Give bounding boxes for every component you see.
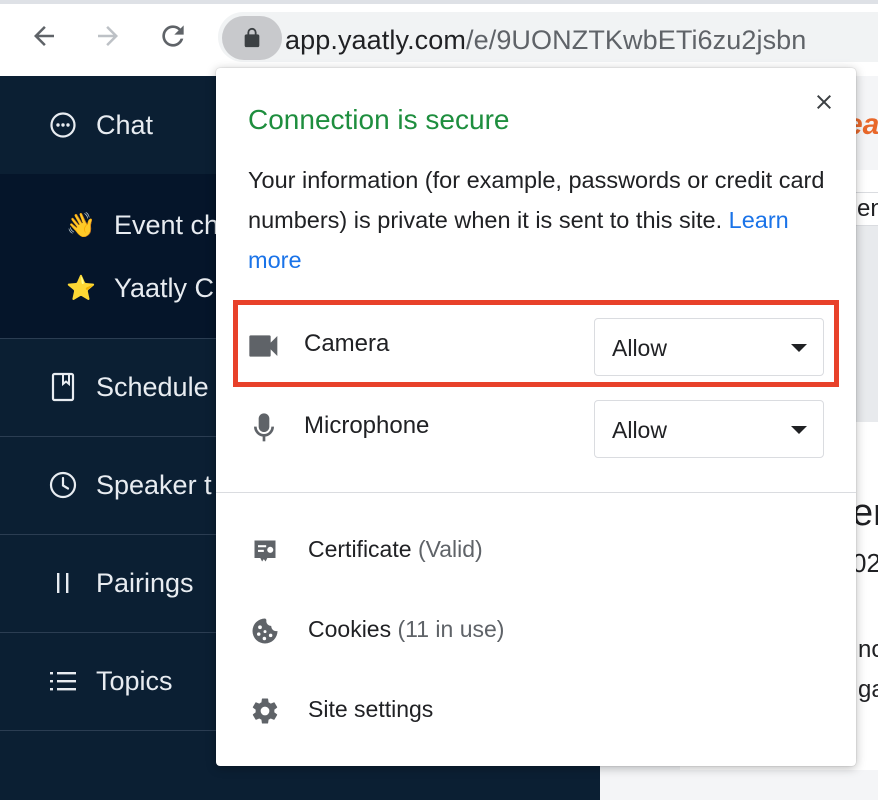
pause-bars-icon — [48, 570, 78, 596]
sidebar-item-label: Pairings — [96, 567, 194, 598]
camera-highlight-annotation — [233, 300, 839, 387]
caret-down-icon — [791, 426, 807, 434]
certificate-icon — [248, 534, 282, 568]
sidebar-item-pairings[interactable]: Pairings — [48, 563, 194, 603]
cookies-link[interactable]: Cookies (11 in use) — [216, 602, 856, 658]
url-host: app.yaatly.com — [285, 25, 466, 55]
back-button[interactable] — [26, 18, 62, 54]
permission-row-microphone: Microphone Allow — [216, 392, 856, 464]
gear-icon — [248, 694, 282, 728]
star-icon: ⭐ — [66, 274, 96, 302]
sidebar-item-topics[interactable]: Topics — [48, 661, 173, 701]
site-info-popup: Connection is secure Your information (f… — [216, 68, 856, 766]
sidebar-item-label: Topics — [96, 665, 173, 696]
waving-hand-icon: 👋 — [66, 211, 96, 239]
connection-description: Your information (for example, passwords… — [248, 160, 828, 280]
cookies-count: (11 in use) — [397, 616, 505, 642]
connection-status-title: Connection is secure — [248, 104, 510, 135]
arrow-right-icon — [98, 26, 118, 46]
microphone-permission-select[interactable]: Allow — [594, 400, 824, 458]
cookies-label: Cookies (11 in use) — [308, 616, 504, 643]
link-label: Certificate — [308, 536, 412, 562]
reload-button[interactable] — [155, 18, 191, 54]
chat-bubble-icon — [48, 111, 78, 139]
site-info-button[interactable] — [222, 16, 282, 60]
link-label: Cookies — [308, 616, 392, 642]
channel-item-event[interactable]: 👋 Event ch — [66, 205, 219, 245]
event-text-line: ga — [858, 676, 878, 703]
sidebar-item-speaker[interactable]: Speaker t — [48, 465, 212, 505]
sidebar-item-label: Schedule — [96, 371, 209, 402]
sidebar-item-label: Chat — [96, 109, 154, 140]
book-icon — [48, 372, 78, 402]
reload-icon — [162, 25, 184, 47]
certificate-link[interactable]: Certificate (Valid) — [216, 522, 856, 578]
sidebar-item-schedule[interactable]: Schedule — [48, 367, 209, 407]
microphone-icon — [246, 412, 282, 444]
list-icon — [48, 669, 78, 693]
site-settings-link[interactable]: Site settings — [216, 682, 856, 738]
popup-divider — [216, 492, 856, 493]
certificate-label: Certificate (Valid) — [308, 536, 483, 563]
permission-label: Microphone — [304, 412, 430, 439]
channel-item-yaatly[interactable]: ⭐ Yaatly C — [66, 268, 214, 308]
channel-label: Event ch — [114, 209, 220, 240]
sidebar-item-label: Speaker t — [96, 469, 212, 500]
site-settings-label: Site settings — [308, 696, 434, 722]
select-value: Allow — [612, 417, 667, 443]
close-icon — [817, 95, 831, 109]
cookie-icon — [248, 614, 282, 648]
url-path: /e/9UONZTKwbETi6zu2jsbn — [466, 25, 807, 55]
lock-icon — [244, 27, 260, 48]
forward-button[interactable] — [90, 18, 126, 54]
certificate-status: (Valid) — [417, 536, 483, 562]
clock-icon — [48, 471, 78, 499]
arrow-left-icon — [34, 26, 54, 46]
channel-label: Yaatly C — [114, 272, 215, 303]
close-button[interactable] — [806, 84, 842, 120]
url-text[interactable]: app.yaatly.com/e/9UONZTKwbETi6zu2jsbn — [285, 22, 806, 58]
sidebar-item-chat[interactable]: Chat — [48, 106, 153, 144]
event-text-line: no — [858, 636, 878, 663]
